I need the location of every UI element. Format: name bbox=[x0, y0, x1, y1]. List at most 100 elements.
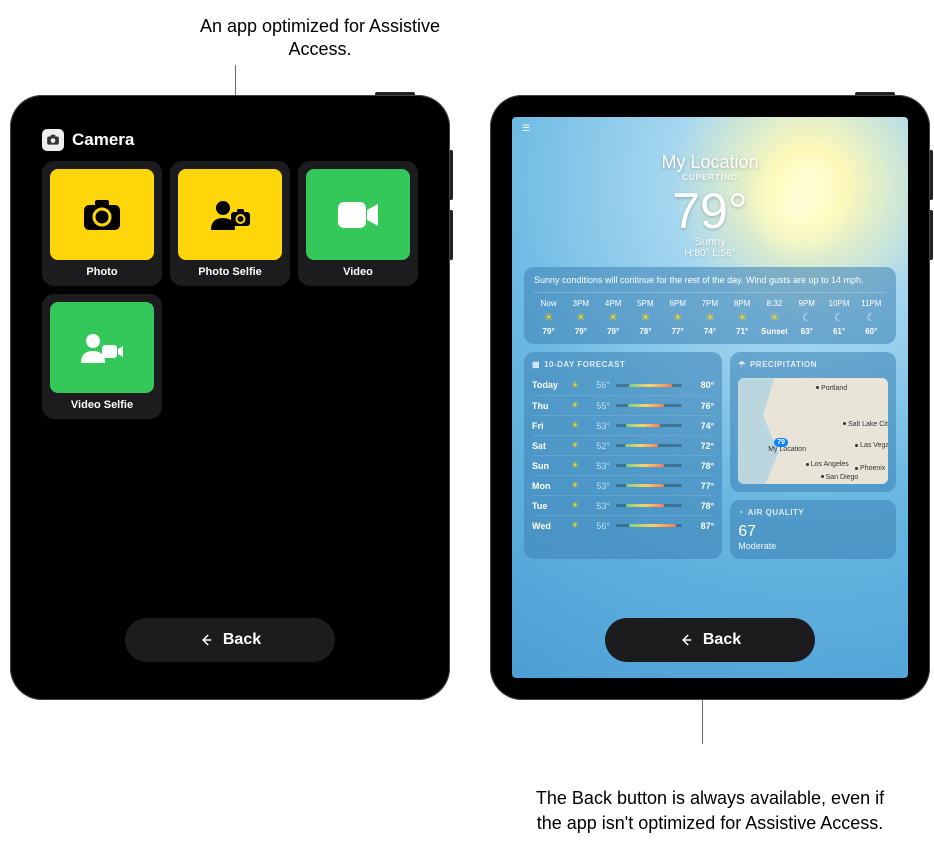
precipitation-title: ☂ PRECIPITATION bbox=[738, 360, 888, 369]
camera-mode-label: Video Selfie bbox=[71, 399, 133, 411]
hourly-column: Now ☀ 79° bbox=[534, 299, 563, 336]
hourly-column: 8:32 ☀ Sunset bbox=[760, 299, 789, 336]
sun-icon: ☀ bbox=[568, 500, 582, 511]
status-bar: ☰ bbox=[512, 117, 908, 140]
hour-time: 9PM bbox=[799, 299, 815, 308]
forecast-row[interactable]: Mon ☀ 53° 77° bbox=[532, 475, 714, 495]
camera-mode-label: Photo Selfie bbox=[198, 266, 262, 278]
callout-top: An app optimized for Assistive Access. bbox=[180, 15, 460, 62]
air-quality-card[interactable]: ◔ AIR QUALITY 67 Moderate bbox=[730, 500, 896, 559]
high-low: H:80° L:56° bbox=[512, 248, 908, 259]
hour-temp: 63° bbox=[801, 327, 813, 336]
back-button[interactable]: Back bbox=[605, 618, 815, 662]
forecast-high: 76° bbox=[688, 401, 714, 411]
moon-icon: ☾ bbox=[834, 311, 844, 324]
moon-icon: ☾ bbox=[866, 311, 876, 324]
forecast-low: 52° bbox=[588, 441, 610, 451]
sun-icon: ☀ bbox=[576, 311, 586, 324]
current-temperature: 79° bbox=[512, 186, 908, 236]
hour-temp: 79° bbox=[607, 327, 619, 336]
camera-mode-tile[interactable]: Photo Selfie bbox=[170, 161, 290, 286]
back-arrow-icon bbox=[679, 633, 693, 647]
forecast-day: Today bbox=[532, 380, 562, 390]
map-city-label: Portland bbox=[816, 385, 847, 392]
forecast-row[interactable]: Sat ☀ 52° 72° bbox=[532, 435, 714, 455]
forecast-row[interactable]: Sun ☀ 53° 78° bbox=[532, 455, 714, 475]
sunset-icon: ☀ bbox=[770, 311, 780, 324]
forecast-low: 55° bbox=[588, 401, 610, 411]
forecast-row[interactable]: Fri ☀ 53° 74° bbox=[532, 415, 714, 435]
sun-icon: ☀ bbox=[568, 520, 582, 531]
forecast-row[interactable]: Today ☀ 56° 80° bbox=[532, 375, 714, 395]
camera-mode-label: Video bbox=[343, 266, 373, 278]
air-quality-title: ◔ AIR QUALITY bbox=[738, 508, 888, 517]
sun-icon: ☀ bbox=[568, 460, 582, 471]
forecast-range-bar bbox=[616, 424, 682, 427]
forecast-title: ▦ 10-DAY FORECAST bbox=[532, 360, 714, 369]
hourly-column: 4PM ☀ 79° bbox=[599, 299, 628, 336]
forecast-low: 56° bbox=[588, 380, 610, 390]
hourly-column: 8PM ☀ 71° bbox=[728, 299, 757, 336]
umbrella-icon: ☂ bbox=[738, 360, 746, 369]
hour-time: 5PM bbox=[637, 299, 653, 308]
map-city-label: Los Angeles bbox=[806, 461, 849, 468]
forecast-low: 53° bbox=[588, 461, 610, 471]
hour-temp: 78° bbox=[639, 327, 651, 336]
ipad-device-left: Camera Photo Photo Selfie Video Video Se… bbox=[10, 95, 450, 700]
hour-time: 8:32 bbox=[767, 299, 783, 308]
forecast-high: 74° bbox=[688, 421, 714, 431]
hourly-card[interactable]: Sunny conditions will continue for the r… bbox=[524, 267, 896, 344]
hourly-summary: Sunny conditions will continue for the r… bbox=[534, 275, 886, 293]
map-city-label: Phoenix bbox=[855, 465, 885, 472]
forecast-range-bar bbox=[616, 384, 682, 387]
back-button-label: Back bbox=[223, 631, 261, 649]
precipitation-map[interactable]: PortlandSalt Lake CityLas VegasLos Angel… bbox=[738, 378, 888, 484]
forecast-low: 53° bbox=[588, 481, 610, 491]
aqi-icon: ◔ bbox=[738, 508, 743, 517]
hourly-column: 9PM ☾ 63° bbox=[792, 299, 821, 336]
precipitation-card[interactable]: ☂ PRECIPITATION PortlandSalt Lake CityLa… bbox=[730, 352, 896, 492]
hourly-column: 10PM ☾ 61° bbox=[824, 299, 853, 336]
camera-mode-label: Photo bbox=[86, 266, 117, 278]
forecast-high: 72° bbox=[688, 441, 714, 451]
forecast-range-bar bbox=[616, 444, 682, 447]
forecast-card[interactable]: ▦ 10-DAY FORECAST Today ☀ 56° 80° Thu ☀ … bbox=[524, 352, 722, 559]
hour-time: 7PM bbox=[702, 299, 718, 308]
map-city-label: Las Vegas bbox=[855, 442, 888, 449]
forecast-row[interactable]: Thu ☀ 55° 76° bbox=[532, 395, 714, 415]
hourly-column: 5PM ☀ 78° bbox=[631, 299, 660, 336]
hourly-column: 6PM ☀ 77° bbox=[663, 299, 692, 336]
camera-mode-tile[interactable]: Photo bbox=[42, 161, 162, 286]
forecast-high: 87° bbox=[688, 521, 714, 531]
camera-mode-tile[interactable]: Video Selfie bbox=[42, 294, 162, 419]
calendar-icon: ▦ bbox=[532, 360, 540, 369]
sun-icon: ☀ bbox=[568, 440, 582, 451]
forecast-range-bar bbox=[616, 464, 682, 467]
status-list-icon[interactable]: ☰ bbox=[522, 123, 530, 134]
forecast-day: Wed bbox=[532, 521, 562, 531]
sun-icon: ☀ bbox=[673, 311, 683, 324]
map-location-pin-label: My Location bbox=[768, 446, 806, 453]
hourly-column: 7PM ☀ 74° bbox=[695, 299, 724, 336]
hour-time: 8PM bbox=[734, 299, 750, 308]
camera-mode-tile[interactable]: Video bbox=[298, 161, 418, 286]
sun-icon: ☀ bbox=[568, 400, 582, 411]
hour-temp: 79° bbox=[543, 327, 555, 336]
forecast-range-bar bbox=[616, 484, 682, 487]
location-subtitle: CUPERTINO bbox=[512, 173, 908, 182]
weather-app-screen: ☰ My Location CUPERTINO 79° Sunny H:80° … bbox=[512, 117, 908, 678]
forecast-high: 78° bbox=[688, 461, 714, 471]
forecast-row[interactable]: Tue ☀ 53° 78° bbox=[532, 495, 714, 515]
air-quality-label: Moderate bbox=[738, 541, 888, 551]
forecast-high: 77° bbox=[688, 481, 714, 491]
back-button[interactable]: Back bbox=[125, 618, 335, 662]
hour-time: 4PM bbox=[605, 299, 621, 308]
video-icon bbox=[306, 169, 410, 260]
forecast-row[interactable]: Wed ☀ 56° 87° bbox=[532, 515, 714, 535]
hour-temp: 71° bbox=[736, 327, 748, 336]
camera-app-title: Camera bbox=[72, 130, 134, 150]
sun-icon: ☀ bbox=[640, 311, 650, 324]
camera-selfie-icon bbox=[178, 169, 282, 260]
hourly-column: 3PM ☀ 79° bbox=[566, 299, 595, 336]
hour-time: 3PM bbox=[573, 299, 589, 308]
